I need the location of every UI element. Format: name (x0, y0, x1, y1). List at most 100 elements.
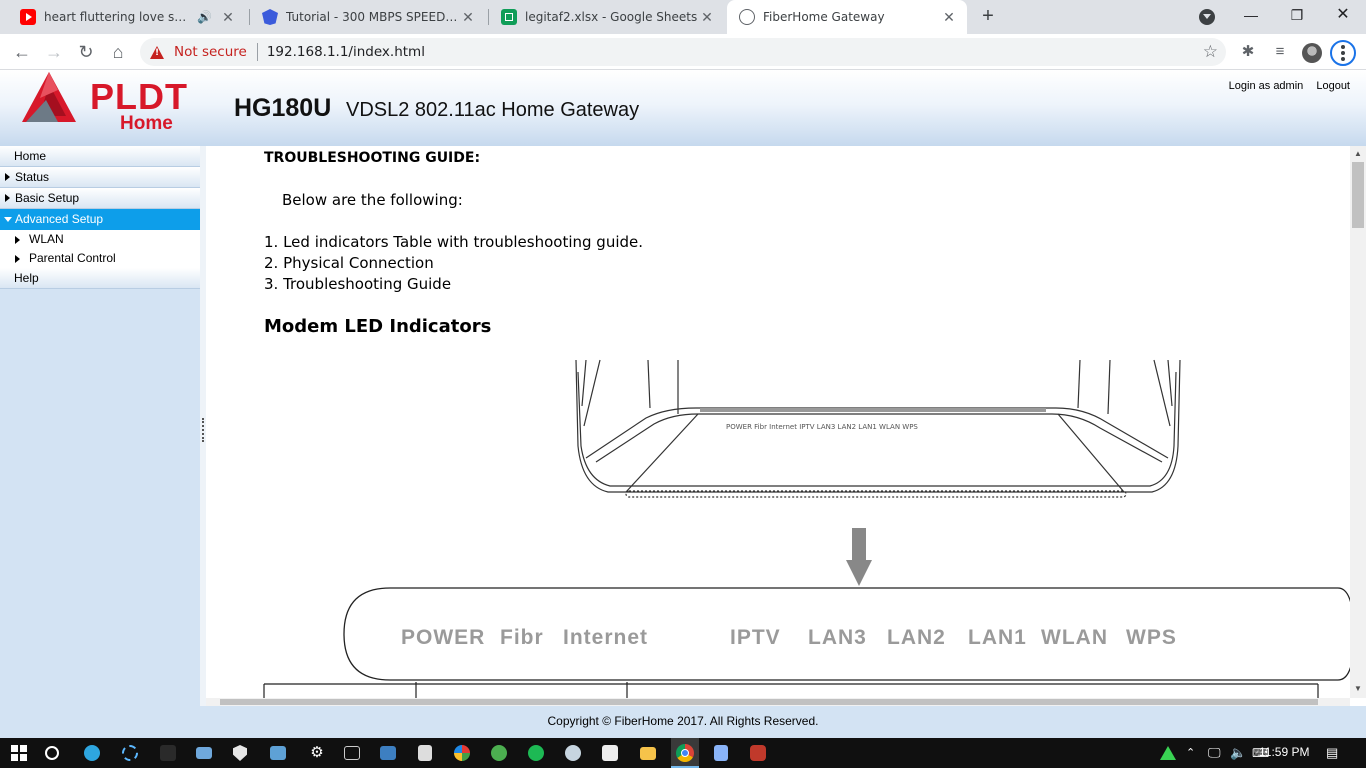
new-tab-button[interactable]: + (976, 5, 1000, 29)
photos-icon[interactable] (380, 746, 396, 760)
notepad-icon[interactable] (714, 745, 728, 761)
settings-gear-icon[interactable]: ⚙ (307, 743, 327, 763)
forward-icon[interactable]: → (42, 40, 66, 64)
sidebar-subitem-wlan[interactable]: WLAN (0, 230, 200, 249)
media-control-icon[interactable]: ≡ (1270, 42, 1290, 62)
youtube-icon (20, 9, 36, 25)
back-icon[interactable]: ← (10, 40, 34, 64)
game-app-icon[interactable] (750, 745, 766, 761)
pldt-logo-icon (22, 72, 76, 122)
taskbar-clock[interactable]: 11:59 PM (1259, 745, 1309, 759)
spotify-icon[interactable] (528, 745, 544, 761)
globe-icon (739, 9, 755, 25)
keyboard-icon[interactable] (196, 747, 212, 759)
tab-title: FiberHome Gateway (763, 10, 885, 24)
sidebar-item-label: Status (15, 170, 50, 184)
scrollbar-thumb[interactable] (1352, 162, 1364, 228)
logout-link[interactable]: Logout (1316, 80, 1350, 92)
sheets-icon (501, 9, 517, 25)
vertical-scrollbar[interactable]: ▲ ▼ (1350, 146, 1366, 698)
down-arrow-icon (846, 528, 872, 586)
pldt-logo: PLDT Home (18, 70, 188, 140)
led-label-fibr: Fibr (500, 626, 544, 649)
sidebar-item-label: Basic Setup (15, 191, 80, 205)
url-text[interactable]: 192.168.1.1/index.html (267, 44, 425, 60)
scrollbar-thumb[interactable] (220, 699, 1318, 705)
close-icon[interactable]: ✕ (941, 9, 957, 25)
app-icon[interactable] (160, 745, 176, 761)
splitter-grip-icon[interactable] (202, 418, 204, 442)
restore-icon[interactable]: ❐ (1274, 0, 1320, 32)
led-table-top (263, 682, 1319, 698)
close-icon[interactable]: ✕ (699, 9, 715, 25)
sidebar-item-label: Help (14, 271, 39, 285)
product-description: VDSL2 802.11ac Home Gateway (346, 99, 640, 121)
close-icon[interactable]: ✕ (460, 9, 476, 25)
security-shield-icon[interactable] (233, 745, 247, 761)
volume-icon[interactable]: 🔈 (1230, 745, 1246, 761)
tray-app-icon[interactable] (1160, 746, 1176, 760)
led-label-lan2: LAN2 (887, 626, 946, 649)
horizontal-scrollbar[interactable] (206, 698, 1350, 706)
logo-text: PLDT (90, 76, 188, 117)
network-icon[interactable]: 🖵 (1208, 745, 1221, 761)
app-icon[interactable] (454, 745, 470, 761)
address-bar[interactable]: Not secure 192.168.1.1/index.html ☆ (140, 38, 1226, 66)
close-icon[interactable]: ✕ (220, 9, 236, 25)
chrome-taskbar-button[interactable] (671, 738, 699, 768)
store-icon[interactable] (418, 745, 432, 761)
sidebar-item-home[interactable]: Home (0, 146, 200, 167)
omnibox-separator (256, 43, 258, 61)
scroll-down-icon[interactable]: ▼ (1350, 684, 1366, 694)
screenshot-app-icon[interactable] (270, 746, 286, 760)
action-center-icon[interactable]: ▤ (1326, 745, 1338, 761)
chrome-icon (676, 744, 694, 762)
browser-menu-icon[interactable] (1330, 40, 1356, 66)
audio-playing-icon[interactable]: 🔊 (197, 10, 212, 24)
tab-title: Tutorial - 300 MBPS SPEEDBOOS (286, 10, 460, 24)
product-model: HG180U (234, 94, 332, 122)
loading-app-icon[interactable] (122, 745, 138, 761)
led-label-wps: WPS (1126, 626, 1177, 649)
header-links: Login as admin Logout (1219, 80, 1350, 92)
security-label[interactable]: Not secure (174, 44, 247, 60)
led-label-wlan: WLAN (1041, 626, 1108, 649)
tab-youtube[interactable]: heart fluttering love songs d 🔊 ✕ (8, 0, 246, 34)
file-explorer-icon[interactable] (640, 747, 656, 760)
telegram-icon[interactable] (84, 745, 100, 761)
small-led-labels: POWER Fibr Internet IPTV LAN3 LAN2 LAN1 … (726, 423, 918, 431)
tab-tutorial[interactable]: Tutorial - 300 MBPS SPEEDBOOS ✕ (250, 0, 486, 34)
bookmark-star-icon[interactable]: ☆ (1203, 42, 1218, 62)
image-viewer-icon[interactable] (602, 745, 618, 761)
sidebar-item-label: Home (14, 149, 47, 163)
sidebar-item-status[interactable]: Status (0, 167, 200, 188)
login-status-link[interactable]: Login as admin (1229, 80, 1304, 92)
search-icon[interactable] (45, 746, 59, 760)
tab-fiberhome-gateway[interactable]: FiberHome Gateway ✕ (727, 0, 967, 34)
led-label-internet: Internet (563, 626, 648, 649)
windows-taskbar: ⚙ ⌃ 🖵 🔈 ⌨ 11:59 PM ▤ (0, 738, 1366, 768)
warning-icon[interactable] (150, 45, 164, 59)
steam-icon[interactable] (565, 745, 581, 761)
windows-start-icon[interactable] (11, 745, 27, 761)
gateway-header: PLDT Home HG180U VDSL2 802.11ac Home Gat… (0, 70, 1366, 146)
logo-subtext: Home (120, 113, 173, 134)
led-label-lan3: LAN3 (808, 626, 867, 649)
reload-icon[interactable]: ↻ (74, 40, 98, 64)
tab-title: legitaf2.xlsx - Google Sheets (525, 10, 698, 24)
extensions-icon[interactable]: ✱ (1238, 42, 1258, 62)
tray-chevron-icon[interactable]: ⌃ (1186, 745, 1195, 761)
profile-avatar[interactable] (1302, 43, 1322, 63)
home-icon[interactable]: ⌂ (106, 40, 130, 64)
terminal-icon[interactable] (344, 746, 360, 760)
tab-sheets[interactable]: legitaf2.xlsx - Google Sheets ✕ (489, 0, 725, 34)
window-close-icon[interactable]: ✕ (1320, 0, 1366, 32)
sidebar-subitem-parental-control[interactable]: Parental Control (0, 249, 200, 268)
minimize-icon[interactable]: — (1228, 0, 1274, 32)
sidebar-item-advanced-setup[interactable]: Advanced Setup (0, 209, 200, 230)
scroll-up-icon[interactable]: ▲ (1350, 149, 1366, 159)
sidebar-item-help[interactable]: Help (0, 268, 200, 289)
sidebar-item-basic-setup[interactable]: Basic Setup (0, 188, 200, 209)
tab-search-icon[interactable] (1199, 9, 1215, 25)
torrent-icon[interactable] (491, 745, 507, 761)
